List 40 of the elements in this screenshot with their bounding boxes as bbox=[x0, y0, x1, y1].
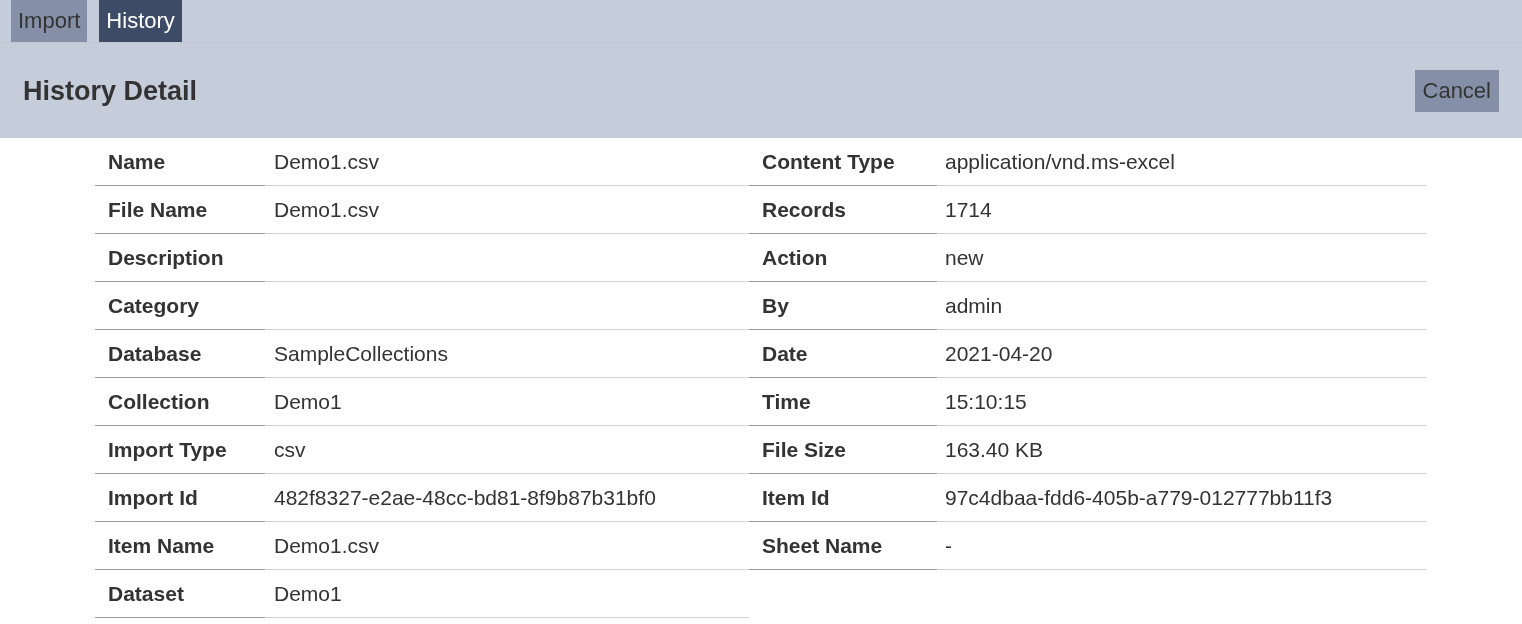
field-label: Collection bbox=[95, 378, 265, 426]
field-label: Dataset bbox=[95, 570, 265, 618]
field-label: Name bbox=[95, 138, 265, 186]
field-value: Demo1 bbox=[265, 570, 749, 618]
field-value: 1714 bbox=[937, 186, 1427, 234]
field-value: application/vnd.ms-excel bbox=[937, 138, 1427, 186]
page-title: History Detail bbox=[23, 75, 198, 107]
field-label: Action bbox=[749, 234, 937, 282]
field-value: SampleCollections bbox=[265, 330, 749, 378]
field-label: Item Id bbox=[749, 474, 937, 522]
field-value: Demo1.csv bbox=[265, 138, 749, 186]
field-value: Demo1 bbox=[265, 378, 749, 426]
field-value: new bbox=[937, 234, 1427, 282]
field-value: 2021-04-20 bbox=[937, 330, 1427, 378]
field-label: Import Type bbox=[95, 426, 265, 474]
field-value: 97c4dbaa-fdd6-405b-a779-012777bb11f3 bbox=[937, 474, 1427, 522]
field-label: Description bbox=[95, 234, 265, 282]
field-label: File Name bbox=[95, 186, 265, 234]
field-value: - bbox=[937, 522, 1427, 570]
field-label: Sheet Name bbox=[749, 522, 937, 570]
tab[interactable]: Import bbox=[11, 0, 88, 42]
field-label: Time bbox=[749, 378, 937, 426]
field-label: Item Name bbox=[95, 522, 265, 570]
cancel-button[interactable]: Cancel bbox=[1414, 70, 1499, 112]
field-label: By bbox=[749, 282, 937, 330]
field-label: Date bbox=[749, 330, 937, 378]
field-value: csv bbox=[265, 426, 749, 474]
field-label: Records bbox=[749, 186, 937, 234]
field-label: File Size bbox=[749, 426, 937, 474]
field-value: Demo1.csv bbox=[265, 522, 749, 570]
tab[interactable]: History bbox=[99, 0, 182, 42]
field-label: Category bbox=[95, 282, 265, 330]
field-label: Content Type bbox=[749, 138, 937, 186]
field-label: Database bbox=[95, 330, 265, 378]
field-value: 163.40 KB bbox=[937, 426, 1427, 474]
field-value: Demo1.csv bbox=[265, 186, 749, 234]
field-value: 482f8327-e2ae-48cc-bd81-8f9b87b31bf0 bbox=[265, 474, 749, 522]
field-label: Import Id bbox=[95, 474, 265, 522]
field-value: 15:10:15 bbox=[937, 378, 1427, 426]
field-value: admin bbox=[937, 282, 1427, 330]
